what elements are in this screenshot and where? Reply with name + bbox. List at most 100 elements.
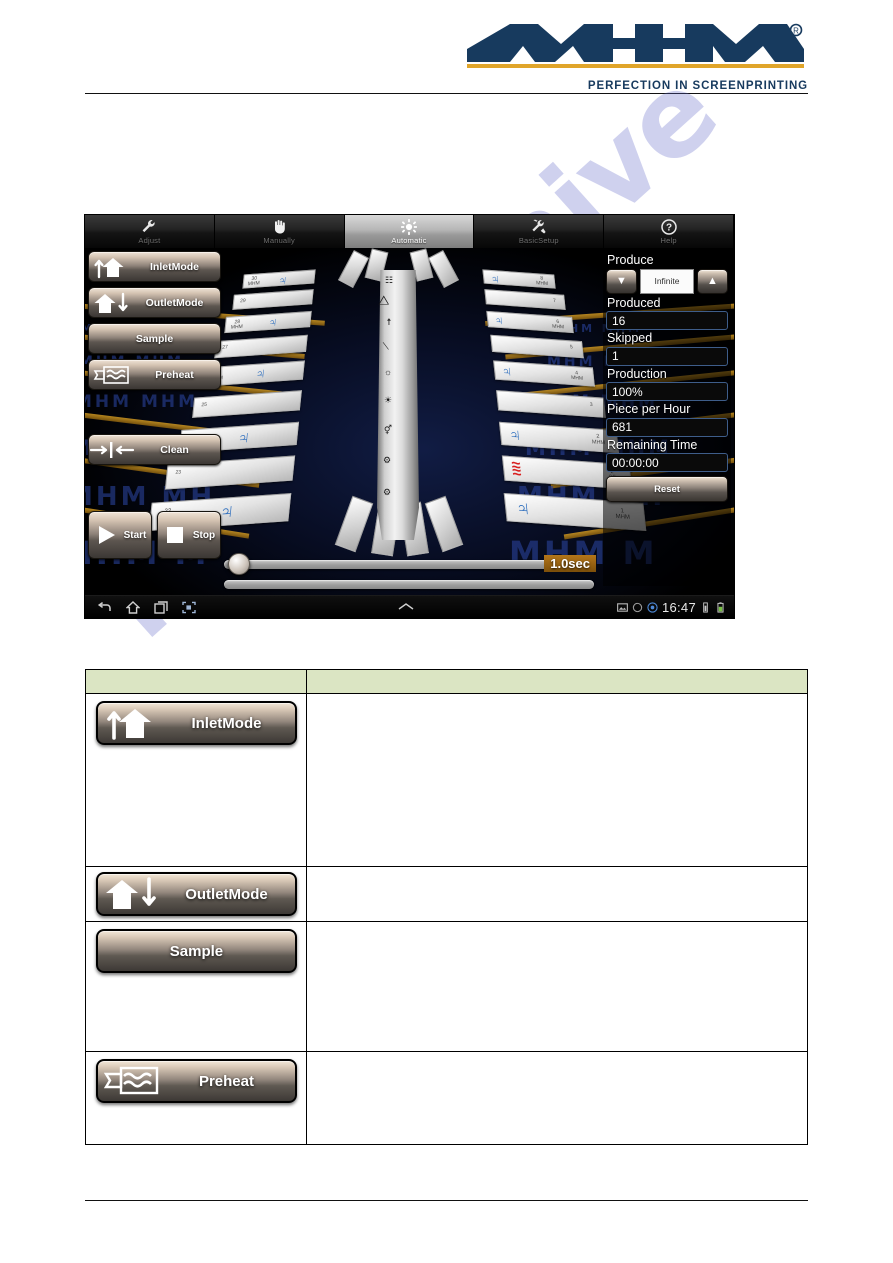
inletmode-label: InletMode	[150, 260, 199, 273]
clean-button[interactable]: Clean	[88, 434, 221, 465]
reset-button[interactable]: Reset	[606, 476, 728, 502]
tab-basicsetup[interactable]: BasicSetup	[474, 215, 605, 248]
production-stats-panel: Produce ▼ Infinite ▲ Produced 16 Skipped…	[603, 251, 731, 586]
stop-button[interactable]: Stop	[157, 511, 221, 559]
inletmode-illustration-label: InletMode	[191, 714, 262, 732]
speed-slider[interactable]: 1.0sec	[224, 553, 596, 575]
stop-square-icon	[158, 512, 192, 558]
tab-automatic-label: Automatic	[391, 235, 427, 245]
wrench-icon	[141, 219, 157, 235]
preheat-label: Preheat	[155, 368, 194, 381]
sample-button-illustration[interactable]: Sample	[96, 929, 297, 973]
outletmode-button[interactable]: OutletMode	[88, 287, 221, 318]
tab-help-label: Help	[660, 235, 677, 245]
table-cell-description	[305, 866, 809, 922]
table-cell-description	[305, 1051, 809, 1145]
production-label: Production	[607, 366, 667, 381]
outletmode-button-illustration[interactable]: OutletMode	[96, 872, 297, 916]
expand-handle[interactable]	[196, 602, 617, 612]
skipped-field[interactable]: 1	[606, 346, 728, 366]
start-button[interactable]: Start	[88, 511, 152, 559]
status-tray: 16:47	[617, 600, 734, 615]
tab-adjust-label: Adjust	[138, 235, 161, 245]
left-control-panel: InletMode OutletMode Sample Preheat Clea…	[88, 251, 221, 586]
preheat-button[interactable]: Preheat	[88, 359, 221, 390]
signal-icon	[703, 601, 708, 613]
home-icon[interactable]	[126, 600, 140, 614]
table-row: InletMode	[85, 693, 809, 867]
preheat-illustration-label: Preheat	[198, 1072, 254, 1090]
page-header: R PERFECTION IN SCREENPRINTING	[0, 0, 893, 100]
secondary-slider-track[interactable]	[224, 580, 594, 589]
start-label: Start	[123, 529, 147, 541]
outlet-arrows-icon	[89, 288, 135, 317]
sample-button[interactable]: Sample	[88, 323, 221, 354]
clock: 16:47	[661, 599, 696, 615]
header-divider	[85, 93, 808, 94]
produced-label: Produced	[607, 295, 661, 310]
inletmode-button-illustration[interactable]: InletMode	[96, 701, 297, 745]
stop-label: Stop	[192, 529, 216, 541]
pieces-per-hour-field[interactable]: 681	[606, 417, 728, 437]
remaining-time-label: Remaining Time	[607, 437, 698, 452]
speed-slider-track[interactable]	[224, 560, 594, 569]
logo-tagline: PERFECTION IN SCREENPRINTING	[587, 80, 808, 92]
gear-sun-icon	[400, 218, 417, 235]
pieces-per-hour-label: Piece per Hour	[607, 402, 691, 416]
screen-body: MHM MHM MHM MHM MHM MHM MHM MHM MHM MHM …	[85, 248, 734, 595]
tab-adjust[interactable]: Adjust	[85, 215, 215, 248]
table-header-row	[85, 669, 809, 694]
sample-label: Sample	[135, 332, 174, 345]
nav-left-group	[85, 600, 196, 614]
produced-field[interactable]: 16	[606, 311, 728, 330]
produce-stepper: ▼ Infinite ▲	[606, 268, 728, 294]
produce-increment-button[interactable]: ▲	[697, 268, 728, 294]
tools-icon	[531, 219, 547, 235]
sample-illustration-label: Sample	[169, 942, 224, 960]
hand-icon	[272, 219, 286, 235]
back-icon[interactable]	[97, 601, 112, 614]
start-stop-group: Start Stop	[88, 511, 221, 559]
table-cell-description	[305, 921, 809, 1052]
tab-basicsetup-label: BasicSetup	[518, 235, 559, 245]
table-header-col2	[305, 669, 809, 694]
preheat-waves-icon	[98, 1061, 168, 1101]
inletmode-button[interactable]: InletMode	[88, 251, 221, 282]
produce-decrement-button[interactable]: ▼	[606, 268, 637, 294]
remaining-time-field[interactable]: 00:00:00	[606, 453, 728, 472]
table-header-col1	[85, 669, 307, 694]
clean-arrows-icon	[89, 435, 135, 464]
mhm-logo-mark: R	[467, 23, 804, 68]
produce-value-field[interactable]: Infinite	[640, 268, 694, 294]
table-row: Preheat	[85, 1051, 809, 1145]
screenshot-saved-icon	[617, 602, 628, 612]
recents-icon[interactable]	[154, 600, 168, 614]
preheat-waves-icon	[89, 360, 135, 389]
table-cell-button: InletMode	[85, 693, 307, 867]
secondary-slider[interactable]	[224, 575, 594, 592]
screenshot-icon[interactable]	[182, 601, 196, 614]
preheat-button-illustration[interactable]: Preheat	[96, 1059, 297, 1103]
tablet-screenshot: Adjust Manually Automatic BasicSetup ? H…	[85, 215, 734, 618]
mhm-logo: R PERFECTION IN SCREENPRINTING	[463, 22, 808, 92]
inlet-arrows-icon	[98, 703, 168, 743]
skipped-label: Skipped	[607, 331, 653, 345]
slider-group: 1.0sec	[224, 552, 596, 592]
outlet-arrows-icon	[98, 874, 168, 914]
battery-icon	[717, 601, 724, 613]
table-cell-button: Preheat	[85, 1051, 307, 1145]
tab-automatic[interactable]: Automatic	[344, 215, 475, 248]
production-field[interactable]: 100%	[606, 382, 728, 401]
svg-text:R: R	[793, 27, 799, 36]
clean-label: Clean	[160, 443, 189, 456]
tab-help[interactable]: ? Help	[604, 215, 734, 248]
table-cell-description	[305, 693, 809, 867]
speed-slider-value: 1.0sec	[544, 555, 596, 572]
outletmode-label: OutletMode	[145, 296, 204, 309]
table-row: Sample	[85, 921, 809, 1052]
svg-text:?: ?	[666, 222, 672, 233]
speed-slider-thumb[interactable]	[228, 553, 250, 575]
tab-manually[interactable]: Manually	[214, 215, 345, 248]
footer-divider	[85, 1200, 808, 1201]
button-description-table: InletMode OutletMode Sample Preheat	[85, 669, 809, 1145]
